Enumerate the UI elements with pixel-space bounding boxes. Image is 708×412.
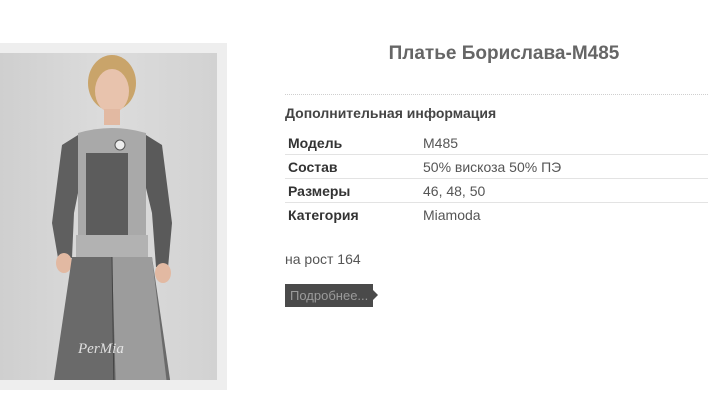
divider	[285, 94, 708, 95]
additional-info-heading: Дополнительная информация	[285, 105, 497, 121]
info-label-composition: Состав	[285, 154, 420, 179]
table-row: Модель M485	[285, 131, 708, 155]
info-value-category: Miamoda	[420, 202, 708, 226]
product-title: Платье Борислава-М485	[388, 43, 620, 64]
table-row: Состав 50% вискоза 50% ПЭ	[285, 154, 708, 179]
product-info-table: Модель M485 Состав 50% вискоза 50% ПЭ Ра…	[285, 131, 708, 226]
info-value-model: M485	[423, 134, 459, 151]
info-label-category: Категория	[285, 202, 420, 226]
info-label-model: Модель	[288, 134, 343, 151]
brand-watermark: PerMia	[78, 341, 124, 357]
product-image-frame: PerMia	[0, 43, 227, 390]
product-image[interactable]: PerMia	[0, 53, 217, 380]
height-note: на рост 164	[285, 251, 361, 267]
table-row: Категория Miamoda	[285, 202, 708, 226]
table-row: Размеры 46, 48, 50	[285, 178, 708, 203]
info-label-sizes: Размеры	[285, 178, 420, 203]
dress-model-illustration	[52, 55, 172, 380]
more-details-button[interactable]: Подробнее...	[285, 284, 379, 307]
info-value-sizes: 46, 48, 50	[420, 178, 708, 203]
info-value-composition: 50% вискоза 50% ПЭ	[420, 154, 708, 179]
